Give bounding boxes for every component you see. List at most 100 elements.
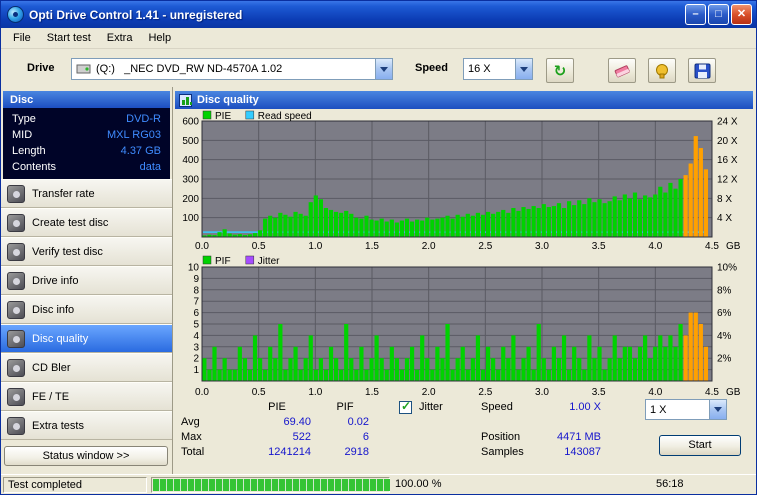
elapsed-time: 56:18 [656, 478, 684, 490]
disc-quality-icon [7, 329, 25, 348]
test-speed-select[interactable]: 1 X [645, 399, 727, 420]
svg-text:12 X: 12 X [717, 175, 738, 186]
fe-te-icon [7, 387, 25, 406]
disc-type-value: DVD-R [126, 113, 161, 125]
svg-text:300: 300 [182, 175, 199, 186]
disc-info-icon [7, 300, 25, 319]
speed-select[interactable]: 16 X [463, 58, 533, 80]
sidebar-item-extra-tests[interactable]: Extra tests [1, 411, 172, 440]
svg-text:2.5: 2.5 [478, 387, 492, 398]
cd-bler-icon [7, 358, 25, 377]
samples-stat-value: 143087 [564, 446, 601, 458]
erase-disc-button[interactable] [608, 58, 636, 83]
disc-panel-header: Disc [3, 91, 170, 108]
svg-text:6: 6 [193, 308, 199, 319]
refresh-button[interactable]: ↻ [546, 58, 574, 83]
menu-file[interactable]: File [5, 30, 39, 46]
progress-bar [151, 477, 390, 493]
disc-contents-value: data [139, 161, 161, 173]
total-pif-value: 2918 [344, 446, 369, 458]
speed-stat-label: Speed [481, 401, 513, 413]
chevron-down-icon [380, 66, 388, 72]
svg-text:2%: 2% [717, 354, 732, 365]
progress-fill [153, 479, 390, 491]
main-panel-title: Disc quality [197, 94, 259, 106]
svg-text:10: 10 [188, 263, 200, 274]
sidebar-item-fe-te[interactable]: FE / TE [1, 382, 172, 411]
status-window-button[interactable]: Status window >> [4, 446, 168, 466]
disc-quality-header-icon [179, 93, 192, 107]
menubar: File Start test Extra Help [1, 28, 756, 49]
chevron-down-icon [520, 66, 528, 72]
disc-length-label: Length [12, 145, 46, 157]
close-button[interactable]: ✕ [731, 4, 752, 25]
sidebar-item-drive-info[interactable]: Drive info [1, 266, 172, 295]
svg-text:4.0: 4.0 [648, 387, 662, 398]
svg-text:1.0: 1.0 [308, 387, 322, 398]
statusbar: Test completed 100.00 % 56:18 [1, 474, 756, 494]
sidebar-item-transfer-rate[interactable]: Transfer rate [1, 179, 172, 208]
extra-tests-icon [7, 416, 25, 435]
avg-label: Avg [181, 416, 200, 428]
max-pie-value: 522 [292, 431, 311, 443]
sidebar-item-disc-quality[interactable]: Disc quality [1, 324, 172, 353]
disc-info-panel: Type DVD-R MID MXL RG03 Length 4.37 GB Cont… [3, 108, 170, 179]
maximize-button[interactable]: □ [708, 4, 729, 25]
jitter-checkbox[interactable] [399, 399, 412, 414]
jitter-checkbox-label: Jitter [419, 401, 443, 413]
svg-text:3.0: 3.0 [535, 387, 549, 398]
sidebar-item-label: Disc info [32, 303, 75, 316]
sidebar-item-label: CD Bler [32, 361, 71, 374]
svg-text:Read speed: Read speed [258, 111, 312, 122]
svg-text:6%: 6% [717, 308, 732, 319]
drive-select-value: (Q:) _NEC DVD_RW ND-4570A 1.02 [96, 63, 283, 75]
svg-text:8 X: 8 X [717, 194, 732, 205]
drive-select[interactable]: (Q:) _NEC DVD_RW ND-4570A 1.02 [71, 58, 393, 80]
speed-stat-value: 1.00 X [569, 401, 601, 413]
window-title: Opti Drive Control 1.41 - unregistered [29, 7, 243, 22]
speed-select-arrow[interactable] [515, 59, 532, 79]
disc-type-label: Type [12, 113, 36, 125]
register-icon [656, 63, 668, 78]
drive-icon [76, 64, 91, 74]
drive-select-arrow[interactable] [375, 59, 392, 79]
main-panel: Disc quality 600 500 400 300 200 100 24 X 20 X1… [173, 87, 756, 474]
svg-text:8%: 8% [717, 285, 732, 296]
disc-length-value: 4.37 GB [120, 145, 161, 157]
start-button[interactable]: Start [659, 435, 741, 456]
refresh-icon: ↻ [553, 61, 567, 80]
max-pif-value: 6 [362, 431, 369, 443]
svg-text:0.5: 0.5 [252, 387, 266, 398]
sidebar: Disc Type DVD-R MID MXL RG03 Length 4.37 GB… [1, 87, 173, 474]
sidebar-item-create-test-disc[interactable]: Create test disc [1, 208, 172, 237]
svg-text:5: 5 [193, 320, 199, 331]
svg-text:24 X: 24 X [717, 117, 738, 128]
minimize-button[interactable]: – [685, 4, 706, 25]
position-stat-value: 4471 MB [556, 431, 601, 443]
svg-text:PIE: PIE [215, 111, 231, 122]
save-button[interactable] [688, 58, 716, 83]
max-label: Max [181, 431, 202, 443]
svg-text:1.5: 1.5 [365, 387, 379, 398]
sidebar-item-cd-bler[interactable]: CD Bler [1, 353, 172, 382]
svg-text:600: 600 [182, 117, 199, 128]
menu-help[interactable]: Help [140, 30, 179, 46]
svg-text:4 X: 4 X [717, 213, 732, 224]
svg-text:8: 8 [193, 285, 199, 296]
svg-text:500: 500 [182, 136, 199, 147]
samples-stat-label: Samples [481, 446, 524, 458]
pie-column-header: PIE [268, 401, 286, 413]
svg-text:3: 3 [193, 342, 199, 353]
test-speed-select-arrow[interactable] [709, 400, 726, 419]
svg-text:Jitter: Jitter [258, 256, 280, 267]
register-button[interactable] [648, 58, 676, 83]
sidebar-item-disc-info[interactable]: Disc info [1, 295, 172, 324]
svg-text:PIF: PIF [215, 256, 231, 267]
app-icon [7, 6, 24, 23]
menu-extra[interactable]: Extra [99, 30, 141, 46]
svg-text:4.5: 4.5 [705, 387, 719, 398]
save-icon [694, 63, 710, 78]
sidebar-item-verify-test-disc[interactable]: Verify test disc [1, 237, 172, 266]
menu-start-test[interactable]: Start test [39, 30, 99, 46]
pif-column-header: PIF [336, 401, 354, 413]
